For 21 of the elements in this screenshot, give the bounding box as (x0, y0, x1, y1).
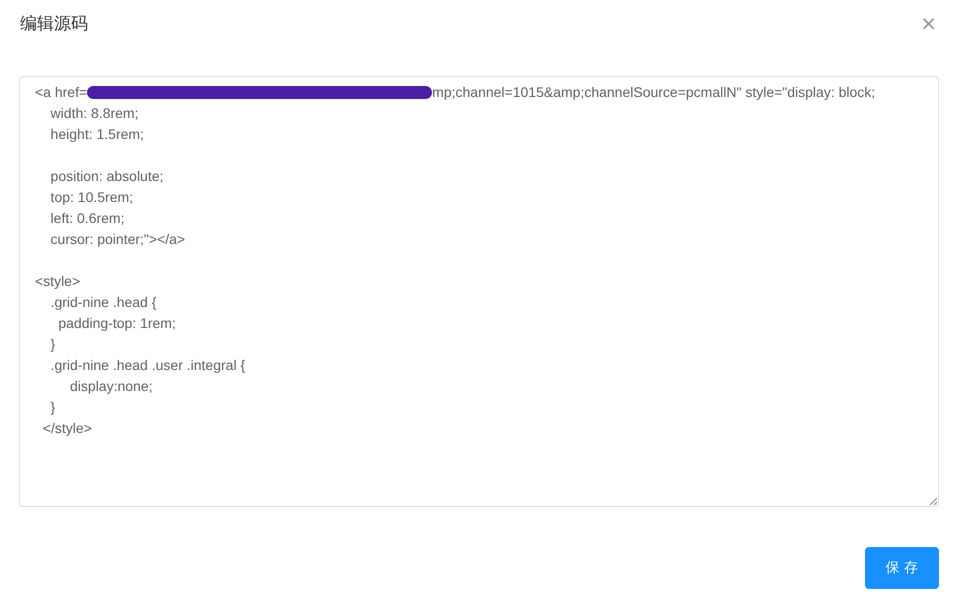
code-line: cursor: pointer;"></a> (50, 230, 186, 249)
code-line: display:none; (69, 377, 154, 396)
code-line: left: 0.6rem; (50, 209, 126, 228)
code-text: mp;channel=1015&amp;channelSource=pcmallN" style="display: block; (432, 83, 876, 102)
code-line: <style> (35, 272, 82, 291)
resize-handle-icon[interactable] (929, 497, 937, 505)
code-line: .grid-nine .head .user .integral { (50, 356, 246, 375)
code-line: height: 1.5rem; (50, 125, 145, 144)
save-button[interactable]: 保 存 (864, 547, 939, 589)
dialog-title: 编辑源码 (19, 12, 88, 34)
code-line: </style> (42, 419, 93, 438)
code-line: position: absolute; (50, 167, 164, 186)
code-line: top: 10.5rem; (50, 188, 134, 207)
code-line: .grid-nine .head { (50, 293, 158, 312)
code-editor-field[interactable] (19, 76, 939, 507)
code-line: width: 8.8rem; (50, 104, 140, 123)
code-line: } (50, 398, 56, 417)
code-line: } (50, 335, 56, 354)
close-button[interactable]: × (918, 13, 939, 33)
code-line: padding-top: 1rem; (57, 314, 177, 333)
code-text: <a href= (35, 83, 88, 102)
